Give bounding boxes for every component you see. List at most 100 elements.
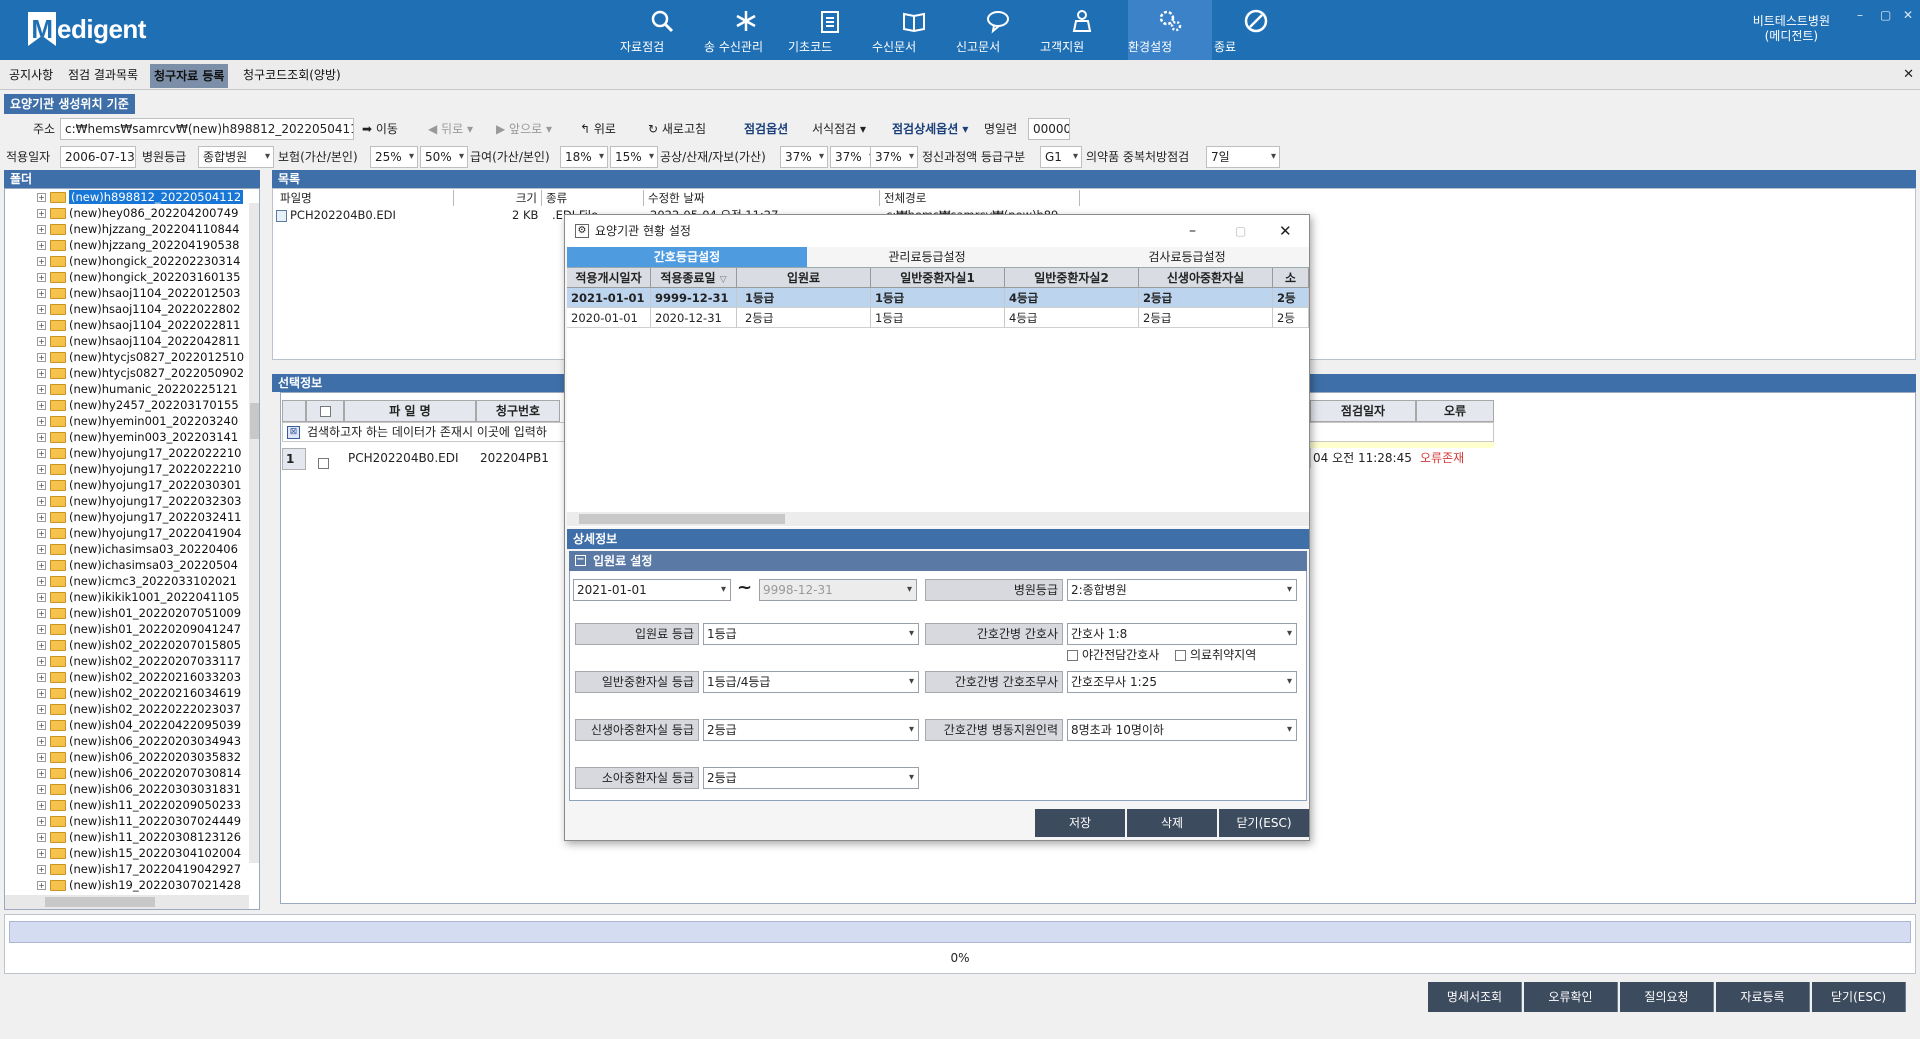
expand-icon[interactable]: +: [37, 353, 46, 362]
expand-icon[interactable]: +: [37, 209, 46, 218]
vulnerable-area-checkbox[interactable]: 의료취약지역: [1175, 647, 1256, 663]
inquiry-request-button[interactable]: 질의요청: [1620, 982, 1714, 1012]
folder-item[interactable]: + (new)ish17_20220419042927: [5, 861, 241, 877]
expand-icon[interactable]: +: [37, 401, 46, 410]
serial-input[interactable]: 00000: [1028, 118, 1070, 140]
close-window-button[interactable]: ✕: [1903, 8, 1913, 22]
expand-icon[interactable]: +: [37, 705, 46, 714]
folder-item[interactable]: + (new)hongick_202202230314: [5, 253, 240, 269]
public-rate1-select[interactable]: 37%: [780, 146, 828, 168]
folder-item[interactable]: + (new)ish19_20220307021428: [5, 877, 241, 893]
expand-icon[interactable]: +: [37, 241, 46, 250]
data-register-button[interactable]: 자료등록: [1716, 982, 1810, 1012]
insurance-rate2-select[interactable]: 50%: [420, 146, 468, 168]
delete-button[interactable]: 삭제: [1127, 809, 1217, 837]
expand-icon[interactable]: +: [37, 497, 46, 506]
folder-item[interactable]: + (new)ish11_20220209050233: [5, 797, 241, 813]
folder-item[interactable]: + (new)hyojung17_2022041904: [5, 525, 242, 541]
tree-horizontal-scrollbar[interactable]: [5, 895, 249, 909]
inpatient-grade-select[interactable]: 1등급: [703, 623, 919, 645]
refresh-button[interactable]: ↻ 새로고침: [648, 118, 706, 140]
expand-icon[interactable]: +: [37, 289, 46, 298]
expand-icon[interactable]: +: [37, 753, 46, 762]
folder-item[interactable]: + (new)hsaoj1104_2022012503: [5, 285, 240, 301]
scroll-thumb[interactable]: [45, 897, 155, 907]
expand-icon[interactable]: +: [37, 513, 46, 522]
folder-item[interactable]: + (new)ichasimsa03_20220406: [5, 541, 238, 557]
folder-item[interactable]: + (new)hsaoj1104_2022022811: [5, 317, 240, 333]
folder-item[interactable]: + (new)htycjs0827_2022050902: [5, 365, 244, 381]
public-rate3-select[interactable]: 37%: [870, 146, 918, 168]
expand-icon[interactable]: +: [37, 577, 46, 586]
folder-item[interactable]: + (new)ish06_20220303031831: [5, 781, 241, 797]
row-checkbox[interactable]: [318, 453, 333, 473]
picu-grade-select[interactable]: 2등급: [703, 767, 919, 789]
expand-icon[interactable]: +: [37, 881, 46, 890]
folder-item[interactable]: + (new)ikikik1001_2022041105: [5, 589, 240, 605]
maximize-button[interactable]: ▢: [1880, 8, 1891, 22]
expand-icon[interactable]: +: [37, 321, 46, 330]
nav-customer-support[interactable]: 고객지원: [1040, 0, 1124, 60]
expand-icon[interactable]: +: [37, 721, 46, 730]
insurance-rate1-select[interactable]: 25%: [370, 146, 418, 168]
expand-icon[interactable]: +: [37, 417, 46, 426]
col-type[interactable]: 종류: [542, 190, 644, 206]
folder-item[interactable]: + (new)hyemin001_202203240: [5, 413, 238, 429]
close-button[interactable]: 닫기(ESC): [1812, 982, 1906, 1012]
collapse-icon[interactable]: −: [575, 555, 586, 566]
folder-item[interactable]: + (new)hongick_202203160135: [5, 269, 240, 285]
dialog-minimize-button[interactable]: –: [1189, 215, 1196, 247]
expand-icon[interactable]: +: [37, 305, 46, 314]
expand-icon[interactable]: +: [37, 785, 46, 794]
folder-item[interactable]: + (new)ish02_20220207015805: [5, 637, 241, 653]
expand-icon[interactable]: +: [37, 689, 46, 698]
night-nurse-checkbox[interactable]: 야간전담간호사: [1067, 647, 1159, 663]
expand-icon[interactable]: +: [37, 369, 46, 378]
folder-item[interactable]: + (new)ish06_20220203035832: [5, 749, 241, 765]
nav-received-docs[interactable]: 수신문서: [872, 0, 956, 60]
nav-report-docs[interactable]: 신고문서: [956, 0, 1040, 60]
expand-icon[interactable]: +: [37, 449, 46, 458]
folder-item[interactable]: + (new)ish15_20220304102004: [5, 845, 241, 861]
expand-icon[interactable]: +: [37, 625, 46, 634]
folder-item[interactable]: + (new)ish02_20220216033203: [5, 669, 241, 685]
col-size[interactable]: 크기: [454, 190, 542, 206]
group-header[interactable]: − 입원료 설정: [569, 551, 1307, 571]
expand-icon[interactable]: +: [37, 481, 46, 490]
expand-icon[interactable]: +: [37, 545, 46, 554]
folder-item[interactable]: + (new)ish02_20220216034619: [5, 685, 241, 701]
folder-item[interactable]: + (new)hyojung17_2022032303: [5, 493, 242, 509]
grid-col-claimno[interactable]: 청구번호: [476, 400, 560, 422]
expand-icon[interactable]: +: [37, 337, 46, 346]
dialog-close-button[interactable]: ✕: [1279, 215, 1292, 247]
tab-claim-register[interactable]: 청구자료 등록: [150, 64, 229, 88]
expand-icon[interactable]: +: [37, 833, 46, 842]
expand-icon[interactable]: +: [37, 385, 46, 394]
tab-check-results[interactable]: 점검 결과목록: [65, 66, 141, 86]
nav-send-receive[interactable]: 송 수신관리: [704, 0, 788, 60]
statement-query-button[interactable]: 명세서조회: [1428, 982, 1522, 1012]
apply-date-input[interactable]: 2006-07-13: [60, 146, 136, 168]
check-option-button[interactable]: 점검옵션: [744, 118, 788, 140]
expand-icon[interactable]: +: [37, 817, 46, 826]
nav-settings[interactable]: 환경설정: [1128, 0, 1212, 60]
expand-icon[interactable]: +: [37, 561, 46, 570]
grid-col-filename[interactable]: 파 일 명: [344, 400, 476, 422]
list-item[interactable]: PCH202204B0.EDI: [276, 207, 396, 223]
aide-ratio-select[interactable]: 간호조무사 1:25: [1067, 671, 1297, 693]
tab-notice[interactable]: 공지사항: [6, 66, 56, 86]
expand-icon[interactable]: +: [37, 433, 46, 442]
nicu-grade-select[interactable]: 2등급: [703, 719, 919, 741]
expand-icon[interactable]: +: [37, 673, 46, 682]
col-nicu[interactable]: 신생아중환자실: [1139, 268, 1273, 288]
benefit-rate2-select[interactable]: 15%: [610, 146, 658, 168]
folder-item[interactable]: + (new)hyojung17_2022032411: [5, 509, 242, 525]
expand-icon[interactable]: +: [37, 465, 46, 474]
folder-item[interactable]: + (new)htycjs0827_2022012510: [5, 349, 244, 365]
error-check-button[interactable]: 오류확인: [1524, 982, 1618, 1012]
expand-icon[interactable]: +: [37, 593, 46, 602]
tab-nursing-grade[interactable]: 간호등급설정: [567, 247, 807, 267]
select-all-checkbox[interactable]: [306, 400, 344, 422]
psych-grade-select[interactable]: G1: [1040, 146, 1082, 168]
forward-button[interactable]: ▶ 앞으로 ▾: [496, 118, 552, 140]
